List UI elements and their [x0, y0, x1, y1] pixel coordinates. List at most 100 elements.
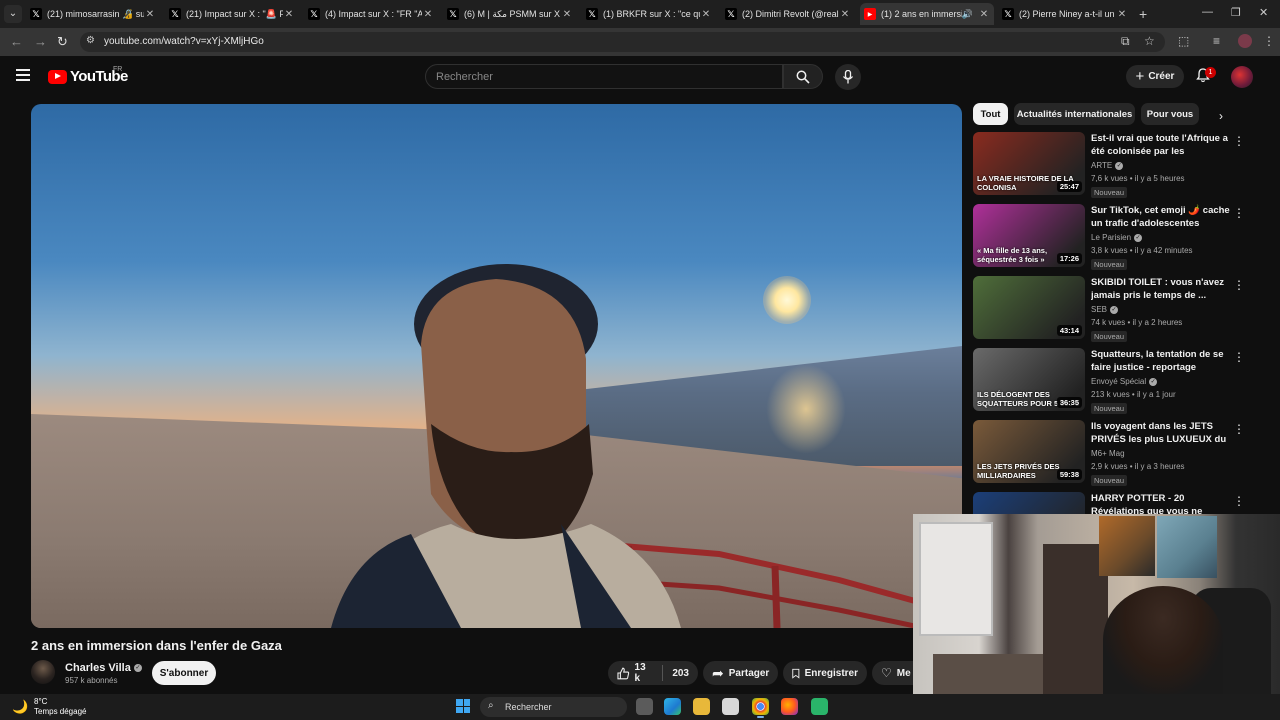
- search-button[interactable]: [783, 64, 823, 89]
- tab-close-icon[interactable]: ✕: [1116, 9, 1128, 20]
- weather-widget[interactable]: 8°C Temps dégagé: [34, 697, 86, 717]
- recommendation-thumbnail[interactable]: 20 Révélations: [973, 492, 1085, 514]
- recommendation-title[interactable]: Sur TikTok, cet emoji 🌶️ cache un trafic…: [1091, 204, 1231, 230]
- chip-pour-vous[interactable]: Pour vous: [1141, 103, 1199, 125]
- recommendation-channel[interactable]: SEB ✓: [1091, 305, 1119, 314]
- tab-search-icon[interactable]: ⌄: [4, 5, 22, 23]
- browser-tab[interactable]: 𝕏 (21) mimosarrasin 🔏 sur X✕: [26, 3, 160, 25]
- chevron-right-icon[interactable]: ›: [1219, 109, 1223, 123]
- comment-count[interactable]: 203: [672, 668, 689, 679]
- recommendation-card[interactable]: LES JETS PRIVÉS DES MILLIARDAIRES 59:38 Il…: [973, 420, 1263, 486]
- channel-name[interactable]: Charles Villa ✓: [65, 662, 142, 674]
- upload-age: il y a 1 jour: [1136, 390, 1176, 399]
- chip-tout[interactable]: Tout: [973, 103, 1008, 125]
- more-actions-icon[interactable]: ⋮: [1233, 494, 1245, 508]
- more-actions-icon[interactable]: ⋮: [1233, 422, 1245, 436]
- moon-weather-icon[interactable]: 🌙: [12, 699, 28, 715]
- recommendation-channel[interactable]: Envoyé Spécial ✓: [1091, 377, 1158, 386]
- minimize-icon[interactable]: —: [1202, 6, 1213, 18]
- recommendation-card[interactable]: « Ma fille de 13 ans, séquestrée 3 fois …: [973, 204, 1263, 270]
- browser-tab[interactable]: 𝕏 (4) Impact sur X : "FR "Au ✕: [304, 3, 438, 25]
- recommendation-title[interactable]: SKIBIDI TOILET : vous n'avez jamais pris…: [1091, 276, 1231, 302]
- guide-menu-icon[interactable]: [16, 69, 30, 81]
- recommendation-title[interactable]: Squatteurs, la tentation de se faire jus…: [1091, 348, 1231, 374]
- browser-tab[interactable]: 𝕏 (21) Impact sur X : "🚨 FR ✕: [165, 3, 299, 25]
- browser-tab[interactable]: 𝕏 (2) Pierre Niney a-t-il un ✕: [998, 3, 1132, 25]
- browser-profile-avatar[interactable]: [1238, 34, 1252, 48]
- more-actions-icon[interactable]: ⋮: [1233, 278, 1245, 292]
- like-button[interactable]: 13 k: [617, 662, 653, 684]
- reload-icon[interactable]: ↻: [57, 34, 68, 50]
- tab-close-icon[interactable]: ✕: [700, 9, 712, 20]
- maximize-icon[interactable]: ❐: [1231, 6, 1241, 19]
- browser-tab[interactable]: 𝕏 (2) Dimitri Revolt (@realit ✕: [721, 3, 855, 25]
- taskbar-search[interactable]: ⌕ Rechercher: [480, 697, 627, 717]
- recommendation-thumbnail[interactable]: 43:14: [973, 276, 1085, 339]
- address-bar[interactable]: ⚙ youtube.com/watch?v=xYj-XMljHGo ⧉ ☆: [80, 32, 1165, 52]
- recommendation-thumbnail[interactable]: LA VRAIE HISTOIRE DE LA COLONISA 25:47: [973, 132, 1085, 195]
- close-window-icon[interactable]: ✕: [1259, 6, 1268, 19]
- tab-close-icon[interactable]: ✕: [561, 9, 573, 20]
- recommendation-thumbnail[interactable]: « Ma fille de 13 ans, séquestrée 3 fois …: [973, 204, 1085, 267]
- recommendation-thumbnail[interactable]: ILS DÉLOGENT DES SQUATTEURS POUR 5 000 €…: [973, 348, 1085, 411]
- channel-avatar[interactable]: [31, 660, 55, 684]
- search-input[interactable]: Rechercher: [425, 64, 783, 89]
- install-app-icon[interactable]: ⧉: [1121, 34, 1130, 49]
- video-player[interactable]: [31, 104, 962, 628]
- share-icon: ➦: [712, 664, 724, 681]
- media-control-icon[interactable]: ≡: [1213, 34, 1220, 48]
- recommendation-channel-name: Le Parisien: [1091, 233, 1132, 242]
- recommendation-card[interactable]: LA VRAIE HISTOIRE DE LA COLONISA 25:47 Est…: [973, 132, 1263, 198]
- tab-close-icon[interactable]: ✕: [978, 9, 990, 20]
- save-button[interactable]: Enregistrer: [783, 661, 867, 685]
- recommendation-channel[interactable]: M6+ Mag: [1091, 449, 1125, 458]
- subscribe-button[interactable]: S'abonner: [152, 661, 216, 685]
- windows-start-icon[interactable]: [456, 699, 470, 713]
- tab-audio-icon[interactable]: 🔊: [962, 9, 973, 20]
- task-view-icon[interactable]: [636, 698, 653, 715]
- account-avatar[interactable]: [1231, 66, 1253, 88]
- extensions-icon[interactable]: ⬚: [1178, 34, 1189, 48]
- chrome-icon[interactable]: [752, 698, 769, 718]
- tab-close-icon[interactable]: ✕: [839, 9, 851, 20]
- recommendation-title[interactable]: HARRY POTTER - 20 Révélations que vous n…: [1091, 492, 1231, 514]
- recommendation-channel[interactable]: ARTE ✓: [1091, 161, 1124, 170]
- recommendation-thumbnail[interactable]: LES JETS PRIVÉS DES MILLIARDAIRES 59:38: [973, 420, 1085, 483]
- tab-close-icon[interactable]: ✕: [422, 9, 434, 20]
- browser-tab[interactable]: 𝕏 (1) BRKFR sur X : "ce que ✕: [582, 3, 716, 25]
- site-info-icon[interactable]: ⚙: [86, 35, 95, 46]
- new-badge: Nouveau: [1091, 403, 1128, 414]
- youtube-logo[interactable]: YouTube FR: [48, 66, 128, 85]
- edge-icon[interactable]: [664, 698, 681, 715]
- more-actions-icon[interactable]: ⋮: [1233, 134, 1245, 148]
- recommendation-title[interactable]: Ils voyagent dans les JETS PRIVÉS les pl…: [1091, 420, 1231, 446]
- tab-close-icon[interactable]: ✕: [283, 9, 295, 20]
- recommendation-card[interactable]: 20 Révélations HARRY POTTER - 20 Révélati…: [973, 492, 1263, 514]
- share-button[interactable]: ➦ Partager: [703, 661, 778, 685]
- create-button[interactable]: + Créer: [1126, 65, 1184, 88]
- back-icon[interactable]: ←: [10, 34, 23, 49]
- forward-icon[interactable]: →: [34, 34, 47, 49]
- recommendation-channel[interactable]: Le Parisien ✓: [1091, 233, 1143, 242]
- recommendation-card[interactable]: ILS DÉLOGENT DES SQUATTEURS POUR 5 000 €…: [973, 348, 1263, 414]
- search-icon: [796, 70, 810, 84]
- recommendation-title[interactable]: Est-il vrai que toute l'Afrique a été co…: [1091, 132, 1231, 158]
- thumbs-up-icon: [617, 667, 630, 679]
- recommendation-card[interactable]: 43:14 SKIBIDI TOILET : vous n'avez jamais…: [973, 276, 1263, 342]
- store-icon[interactable]: [722, 698, 739, 715]
- tab-close-icon[interactable]: ✕: [144, 9, 156, 20]
- browser-tab[interactable]: 𝕏 (6) M | مكة PSMM sur X : "Il✕: [443, 3, 577, 25]
- video-title: 2 ans en immersion dans l'enfer de Gaza: [31, 638, 282, 653]
- search-placeholder: Rechercher: [436, 71, 493, 83]
- file-explorer-icon[interactable]: [693, 698, 710, 715]
- new-tab-icon[interactable]: +: [1139, 6, 1147, 22]
- more-actions-icon[interactable]: ⋮: [1233, 350, 1245, 364]
- more-actions-icon[interactable]: ⋮: [1233, 206, 1245, 220]
- bookmark-star-icon[interactable]: ☆: [1144, 34, 1155, 48]
- voice-search-button[interactable]: [835, 64, 861, 90]
- streaming-app-icon[interactable]: [811, 698, 828, 715]
- browser-tab[interactable]: ▶ (1) 2 ans en immersion🔊 ✕: [860, 3, 994, 25]
- browser-menu-icon[interactable]: ⋮: [1263, 34, 1275, 48]
- firefox-icon[interactable]: [781, 698, 798, 715]
- chip-actualites-internationales[interactable]: Actualités internationales: [1014, 103, 1135, 125]
